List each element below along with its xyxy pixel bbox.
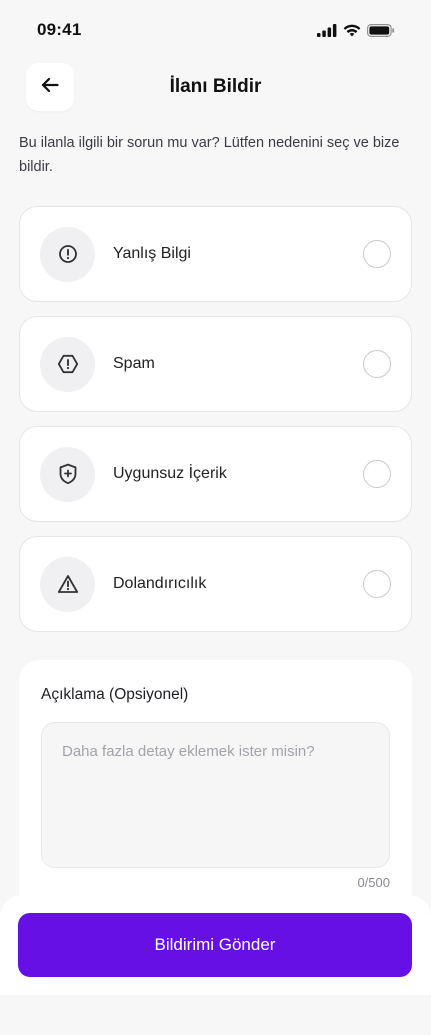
shield-plus-icon	[40, 446, 95, 502]
reason-radio[interactable]	[363, 570, 391, 598]
signal-icon	[317, 23, 337, 37]
reason-option-wrong-info[interactable]: Yanlış Bilgi	[19, 206, 412, 302]
back-button[interactable]	[26, 63, 74, 111]
battery-icon	[367, 23, 395, 37]
reason-radio[interactable]	[363, 350, 391, 378]
character-count: 0/500	[357, 875, 390, 890]
details-card: Açıklama (Opsiyonel) 0/500	[19, 660, 412, 910]
submit-report-button[interactable]: Bildirimi Gönder	[18, 913, 412, 977]
reason-radio[interactable]	[363, 240, 391, 268]
reason-option-fraud[interactable]: Dolandırıcılık	[19, 536, 412, 632]
page-title: İlanı Bildir	[169, 76, 262, 97]
reason-label: Uygunsuz İçerik	[113, 465, 227, 482]
details-label: Açıklama (Opsiyonel)	[41, 686, 189, 703]
reason-radio[interactable]	[363, 460, 391, 488]
arrow-left-icon	[41, 77, 59, 98]
reason-label: Yanlış Bilgi	[113, 245, 191, 262]
alert-octagon-icon	[40, 336, 95, 392]
alert-circle-icon	[40, 226, 95, 282]
warning-triangle-icon	[40, 556, 95, 612]
reason-option-inappropriate[interactable]: Uygunsuz İçerik	[19, 426, 412, 522]
wifi-icon	[343, 24, 361, 37]
footer: Bildirimi Gönder	[0, 895, 431, 995]
report-reason-list: Yanlış Bilgi Spam Uygunsuz İçerik Doland…	[19, 206, 412, 646]
status-time: 09:41	[37, 20, 82, 39]
status-icons	[317, 23, 395, 37]
reason-option-spam[interactable]: Spam	[19, 316, 412, 412]
header: İlanı Bildir	[0, 63, 431, 111]
page-description: Bu ilanla ilgili bir sorun mu var? Lütfe…	[19, 135, 400, 175]
details-textarea[interactable]	[41, 722, 390, 868]
reason-label: Spam	[113, 355, 155, 372]
status-bar: 09:41	[0, 0, 431, 60]
reason-label: Dolandırıcılık	[113, 575, 207, 592]
